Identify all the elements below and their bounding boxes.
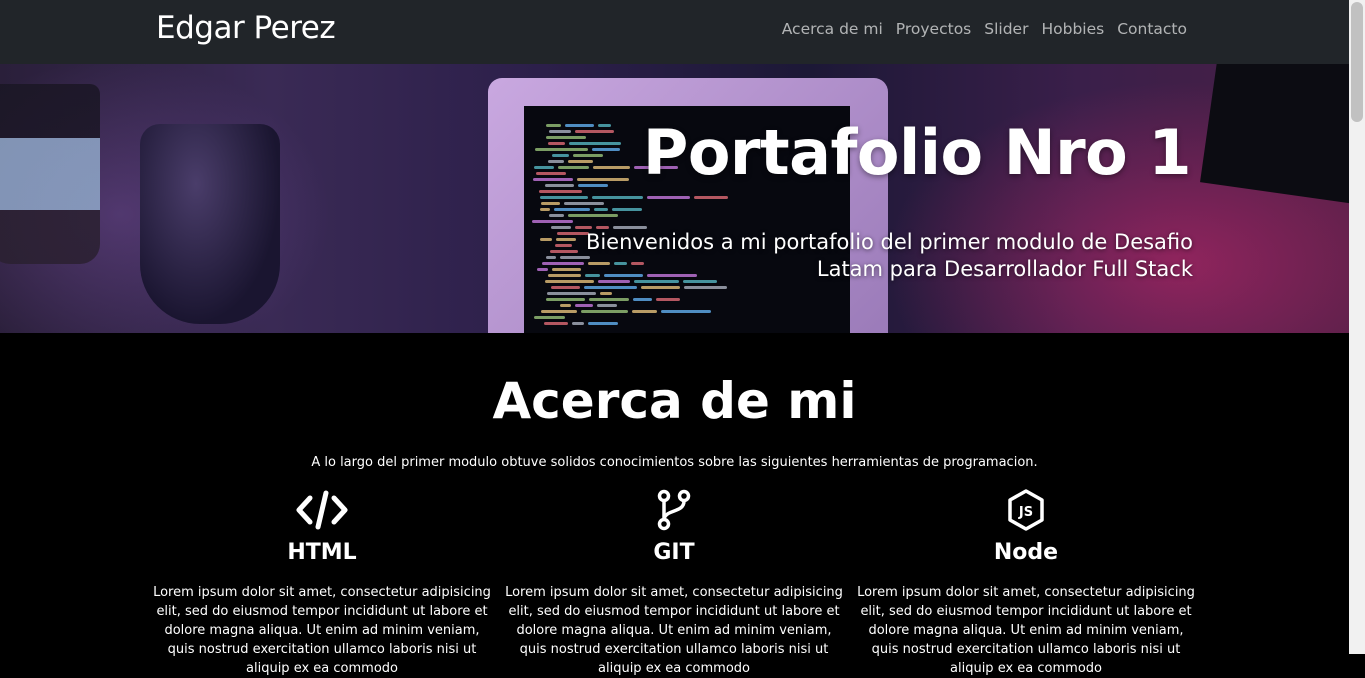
skill-card-git: GIT Lorem ipsum dolor sit amet, consecte… — [504, 488, 844, 678]
code-line — [575, 130, 614, 133]
skill-card-node: JS Node Lorem ipsum dolor sit amet, cons… — [856, 488, 1196, 678]
code-line — [537, 268, 548, 271]
code-line — [551, 226, 571, 229]
code-line — [641, 286, 680, 289]
code-line — [540, 238, 552, 241]
code-line — [633, 298, 652, 301]
code-line — [549, 214, 564, 217]
nav-links: Acerca de mi Proyectos Slider Hobbies Co… — [782, 20, 1187, 38]
code-line — [694, 196, 728, 199]
nav-link-acerca[interactable]: Acerca de mi — [782, 20, 883, 38]
code-line — [539, 190, 582, 193]
code-line — [568, 214, 618, 217]
git-branch-icon — [504, 488, 844, 532]
about-description: A lo largo del primer modulo obtuve soli… — [311, 455, 1038, 470]
brand-link[interactable]: Edgar Perez — [156, 10, 336, 46]
code-line — [546, 256, 556, 259]
code-line — [661, 310, 711, 313]
code-line — [592, 148, 620, 151]
code-line — [564, 202, 604, 205]
code-line — [545, 184, 574, 187]
code-line — [540, 208, 550, 211]
code-line — [598, 124, 611, 127]
hero-title: Portafolio Nro 1 — [642, 116, 1192, 189]
scrollbar-thumb[interactable] — [1351, 2, 1363, 122]
nav-link-proyectos[interactable]: Proyectos — [896, 20, 971, 38]
code-line — [612, 208, 642, 211]
code-line — [546, 136, 586, 139]
skill-text: Lorem ipsum dolor sit amet, consectetur … — [857, 585, 1195, 676]
nodejs-icon: JS — [856, 488, 1196, 532]
skill-card-html: HTML Lorem ipsum dolor sit amet, consect… — [152, 488, 492, 678]
code-line — [560, 304, 571, 307]
about-title: Acerca de mi — [492, 372, 857, 430]
code-line — [547, 292, 596, 295]
code-icon — [152, 488, 492, 532]
scrollbar[interactable] — [1349, 0, 1365, 654]
skill-title: Node — [993, 540, 1059, 565]
nav-link-hobbies[interactable]: Hobbies — [1041, 20, 1104, 38]
hero-bg-mug — [140, 124, 280, 324]
code-line — [589, 298, 629, 301]
code-line — [588, 322, 618, 325]
code-line — [534, 166, 554, 169]
code-line — [535, 148, 588, 151]
code-line — [584, 286, 637, 289]
nav-link-contacto[interactable]: Contacto — [1117, 20, 1187, 38]
code-line — [549, 130, 571, 133]
navbar: Edgar Perez Acerca de mi Proyectos Slide… — [0, 0, 1349, 64]
code-line — [592, 196, 643, 199]
code-line — [565, 124, 594, 127]
code-line — [594, 208, 608, 211]
hero-banner: Portafolio Nro 1 Bienvenidos a mi portaf… — [0, 64, 1349, 333]
skill-text: Lorem ipsum dolor sit amet, consectetur … — [505, 585, 843, 676]
code-line — [568, 160, 593, 163]
hero-subtitle: Bienvenidos a mi portafolio del primer m… — [585, 230, 1193, 281]
code-line — [536, 172, 566, 175]
code-line — [656, 298, 680, 301]
code-line — [597, 304, 617, 307]
code-line — [541, 202, 560, 205]
code-line — [593, 166, 630, 169]
code-line — [558, 166, 589, 169]
skill-text: Lorem ipsum dolor sit amet, consectetur … — [153, 585, 491, 676]
code-line — [546, 298, 585, 301]
code-line — [575, 304, 593, 307]
code-line — [551, 286, 580, 289]
code-line — [578, 184, 608, 187]
code-line — [581, 310, 628, 313]
code-line — [541, 310, 577, 313]
nav-link-slider[interactable]: Slider — [984, 20, 1028, 38]
hero-bg-monitor — [1200, 64, 1349, 205]
code-line — [600, 292, 612, 295]
code-line — [546, 124, 561, 127]
code-line — [684, 286, 727, 289]
code-line — [632, 310, 657, 313]
code-line — [548, 142, 565, 145]
code-line — [647, 196, 690, 199]
code-line — [552, 154, 569, 157]
code-line — [573, 154, 603, 157]
code-line — [577, 178, 629, 181]
code-line — [533, 178, 573, 181]
code-line — [555, 244, 572, 247]
skill-title: GIT — [653, 540, 695, 565]
code-line — [544, 322, 568, 325]
code-line — [534, 316, 565, 319]
code-line — [540, 196, 588, 199]
code-line — [569, 142, 621, 145]
svg-text:JS: JS — [1018, 505, 1033, 520]
code-line — [532, 220, 573, 223]
code-line — [554, 208, 590, 211]
code-line — [548, 160, 564, 163]
code-line — [572, 322, 584, 325]
skill-title: HTML — [287, 540, 357, 565]
hero-bg-cup-left — [0, 84, 100, 264]
